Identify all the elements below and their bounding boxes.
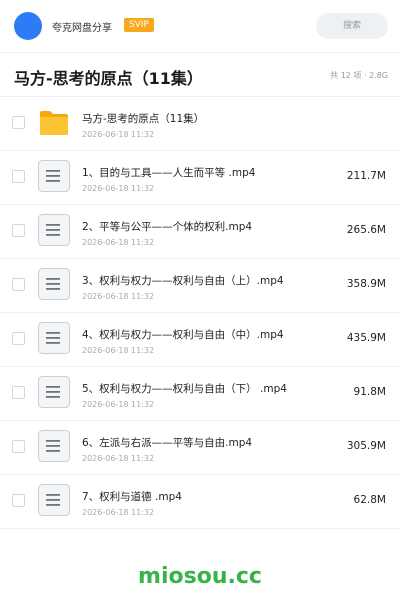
search-input[interactable]: 搜索 — [316, 13, 388, 39]
item-date: 2026-06-18 11:32 — [82, 130, 155, 139]
item-size: 358.9M — [346, 278, 386, 290]
list-item[interactable]: 2、平等与公平——个体的权利.mp4 2026-06-18 11:32 265.… — [0, 205, 400, 259]
list-item[interactable]: 7、权利与道德 .mp4 2026-06-18 11:32 62.8M — [0, 475, 400, 529]
item-size: 91.8M — [353, 386, 386, 398]
item-name: 2、平等与公平——个体的权利.mp4 — [82, 221, 253, 233]
item-checkbox[interactable] — [12, 440, 25, 453]
item-checkbox[interactable] — [12, 332, 25, 345]
footer: miosou.cc — [0, 554, 400, 600]
list-item[interactable]: 马方-思考的原点（11集） 2026-06-18 11:32 — [0, 97, 400, 151]
item-checkbox[interactable] — [12, 386, 25, 399]
item-date: 2026-06-18 11:32 — [82, 454, 155, 463]
item-name: 4、权利与权力——权利与自由（中）.mp4 — [82, 329, 284, 341]
avatar[interactable] — [14, 12, 42, 40]
svip-badge: SVIP — [124, 18, 154, 32]
video-file-icon — [38, 160, 70, 192]
item-size: 305.9M — [346, 440, 386, 452]
watermark-text: miosou.cc — [138, 564, 262, 589]
list-item[interactable]: 3、权利与权力——权利与自由（上）.mp4 2026-06-18 11:32 3… — [0, 259, 400, 313]
video-file-icon — [38, 214, 70, 246]
item-size: 435.9M — [346, 332, 386, 344]
item-size: 265.6M — [346, 224, 386, 236]
video-file-icon — [38, 268, 70, 300]
video-file-icon — [38, 430, 70, 462]
page-title: 马方-思考的原点（11集） — [14, 69, 203, 88]
list-item[interactable]: 5、权利与权力——权利与自由（下） .mp4 2026-06-18 11:32 … — [0, 367, 400, 421]
brand-name: 夸克网盘分享 — [52, 23, 112, 34]
item-name: 3、权利与权力——权利与自由（上）.mp4 — [82, 275, 284, 287]
file-list: 马方-思考的原点（11集） 2026-06-18 11:32 1、目的与工具——… — [0, 97, 400, 529]
item-checkbox[interactable] — [12, 494, 25, 507]
video-file-icon — [38, 322, 70, 354]
item-name: 1、目的与工具——人生而平等 .mp4 — [82, 167, 256, 179]
list-item[interactable]: 4、权利与权力——权利与自由（中）.mp4 2026-06-18 11:32 4… — [0, 313, 400, 367]
item-date: 2026-06-18 11:32 — [82, 238, 155, 247]
item-checkbox[interactable] — [12, 170, 25, 183]
item-date: 2026-06-18 11:32 — [82, 184, 155, 193]
list-item[interactable]: 6、左派与右派——平等与自由.mp4 2026-06-18 11:32 305.… — [0, 421, 400, 475]
title-bar: 马方-思考的原点（11集） 共 12 项 · 2.8G — [0, 53, 400, 97]
item-date: 2026-06-18 11:32 — [82, 346, 155, 355]
item-checkbox[interactable] — [12, 116, 25, 129]
item-name: 7、权利与道德 .mp4 — [82, 491, 182, 503]
item-name: 马方-思考的原点（11集） — [82, 113, 205, 125]
list-item[interactable]: 1、目的与工具——人生而平等 .mp4 2026-06-18 11:32 211… — [0, 151, 400, 205]
item-date: 2026-06-18 11:32 — [82, 292, 155, 301]
item-checkbox[interactable] — [12, 224, 25, 237]
share-meta: 共 12 项 · 2.8G — [330, 71, 388, 80]
item-checkbox[interactable] — [12, 278, 25, 291]
item-date: 2026-06-18 11:32 — [82, 508, 155, 517]
item-date: 2026-06-18 11:32 — [82, 400, 155, 409]
app-header: 夸克网盘分享 SVIP 搜索 — [0, 0, 400, 52]
item-name: 5、权利与权力——权利与自由（下） .mp4 — [82, 383, 287, 395]
item-size: 62.8M — [353, 494, 386, 506]
folder-icon — [40, 111, 68, 135]
video-file-icon — [38, 484, 70, 516]
video-file-icon — [38, 376, 70, 408]
item-name: 6、左派与右派——平等与自由.mp4 — [82, 437, 253, 449]
item-size: 211.7M — [346, 170, 386, 182]
